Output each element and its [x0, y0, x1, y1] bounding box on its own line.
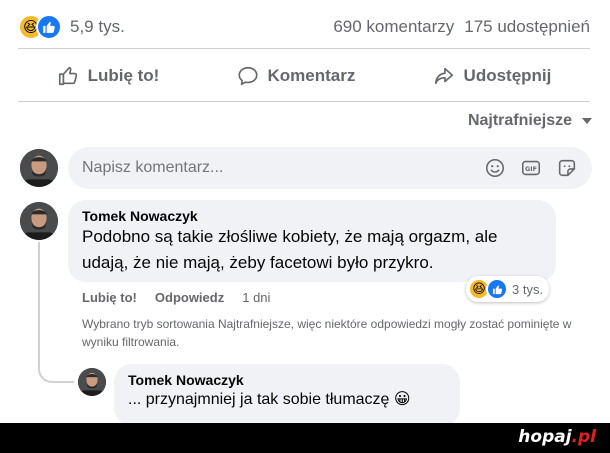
- comment-button-label: Komentarz: [267, 66, 356, 85]
- reply-bubble: Tomek Nowaczyk ... przynajmniej ja tak s…: [114, 364, 460, 426]
- like-button-label: Lubię to!: [87, 66, 160, 85]
- comment-meta: Lubię to! Odpowiedz 1 dni: [82, 290, 270, 305]
- gif-icon[interactable]: GIF: [520, 157, 542, 179]
- thread-connector: [38, 242, 74, 383]
- reply-author[interactable]: Tomek Nowaczyk: [128, 372, 446, 388]
- share-arrow-icon: [434, 67, 453, 85]
- comment-author[interactable]: Tomek Nowaczyk: [82, 208, 542, 224]
- post-action-bar: Lubię to! Komentarz Udostępnij: [18, 55, 590, 97]
- comments-count-link[interactable]: 690 komentarzy: [333, 17, 454, 37]
- svg-text:GIF: GIF: [525, 165, 537, 173]
- sort-label: Najtrafniejsze: [467, 112, 572, 129]
- comment-input[interactable]: [82, 159, 382, 177]
- site-logo: hopaj.pl: [518, 427, 596, 447]
- comment-reactions[interactable]: 😆 3 tys.: [466, 276, 550, 302]
- comment-like-link[interactable]: Lubię to!: [82, 290, 137, 305]
- reply-author-avatar[interactable]: [78, 368, 106, 396]
- divider: [18, 101, 590, 102]
- smiley-icon[interactable]: [484, 157, 506, 179]
- speech-bubble-icon: [237, 66, 258, 86]
- comment-button[interactable]: Komentarz: [237, 65, 356, 87]
- commenter-avatar[interactable]: [20, 202, 58, 240]
- comment-sort-dropdown[interactable]: Najtrafniejsze: [468, 112, 592, 130]
- caret-down-icon: [582, 118, 592, 124]
- reply-text: ... przynajmniej ja tak sobie tłumaczę: [128, 391, 390, 408]
- thumbs-up-icon: [58, 66, 77, 86]
- like-reaction-icon: [486, 278, 508, 300]
- reactions-count[interactable]: 5,9 tys.: [70, 17, 125, 37]
- comment-bubble: Tomek Nowaczyk Podobno są takie złośliwe…: [68, 200, 556, 282]
- share-button[interactable]: Udostępnij: [433, 65, 552, 87]
- comment-timestamp[interactable]: 1 dni: [242, 290, 270, 305]
- sticker-icon[interactable]: [556, 157, 578, 179]
- comment-composer[interactable]: GIF: [68, 147, 592, 189]
- post-stats-bar: 😆 5,9 tys. 690 komentarzy 175 udostępnie…: [18, 10, 590, 44]
- reactions-summary[interactable]: 😆 5,9 tys.: [18, 14, 125, 40]
- like-button[interactable]: Lubię to!: [57, 65, 160, 87]
- filter-notice: Wybrano tryb sortowania Najtrafniejsze, …: [82, 317, 572, 349]
- comment-reply-link[interactable]: Odpowiedz: [155, 290, 224, 305]
- current-user-avatar[interactable]: [20, 149, 58, 187]
- comment-text: Podobno są takie złośliwe kobiety, że ma…: [82, 227, 498, 272]
- comment-reactions-count: 3 tys.: [512, 281, 544, 297]
- grinning-emoji: 😀: [393, 391, 411, 408]
- reaction-icons: 😆: [18, 14, 62, 40]
- share-button-label: Udostępnij: [463, 66, 552, 85]
- divider: [18, 48, 590, 49]
- like-reaction-icon: [36, 14, 62, 40]
- watermark-banner: hopaj.pl: [0, 423, 610, 453]
- shares-count-link[interactable]: 175 udostępnień: [464, 17, 590, 37]
